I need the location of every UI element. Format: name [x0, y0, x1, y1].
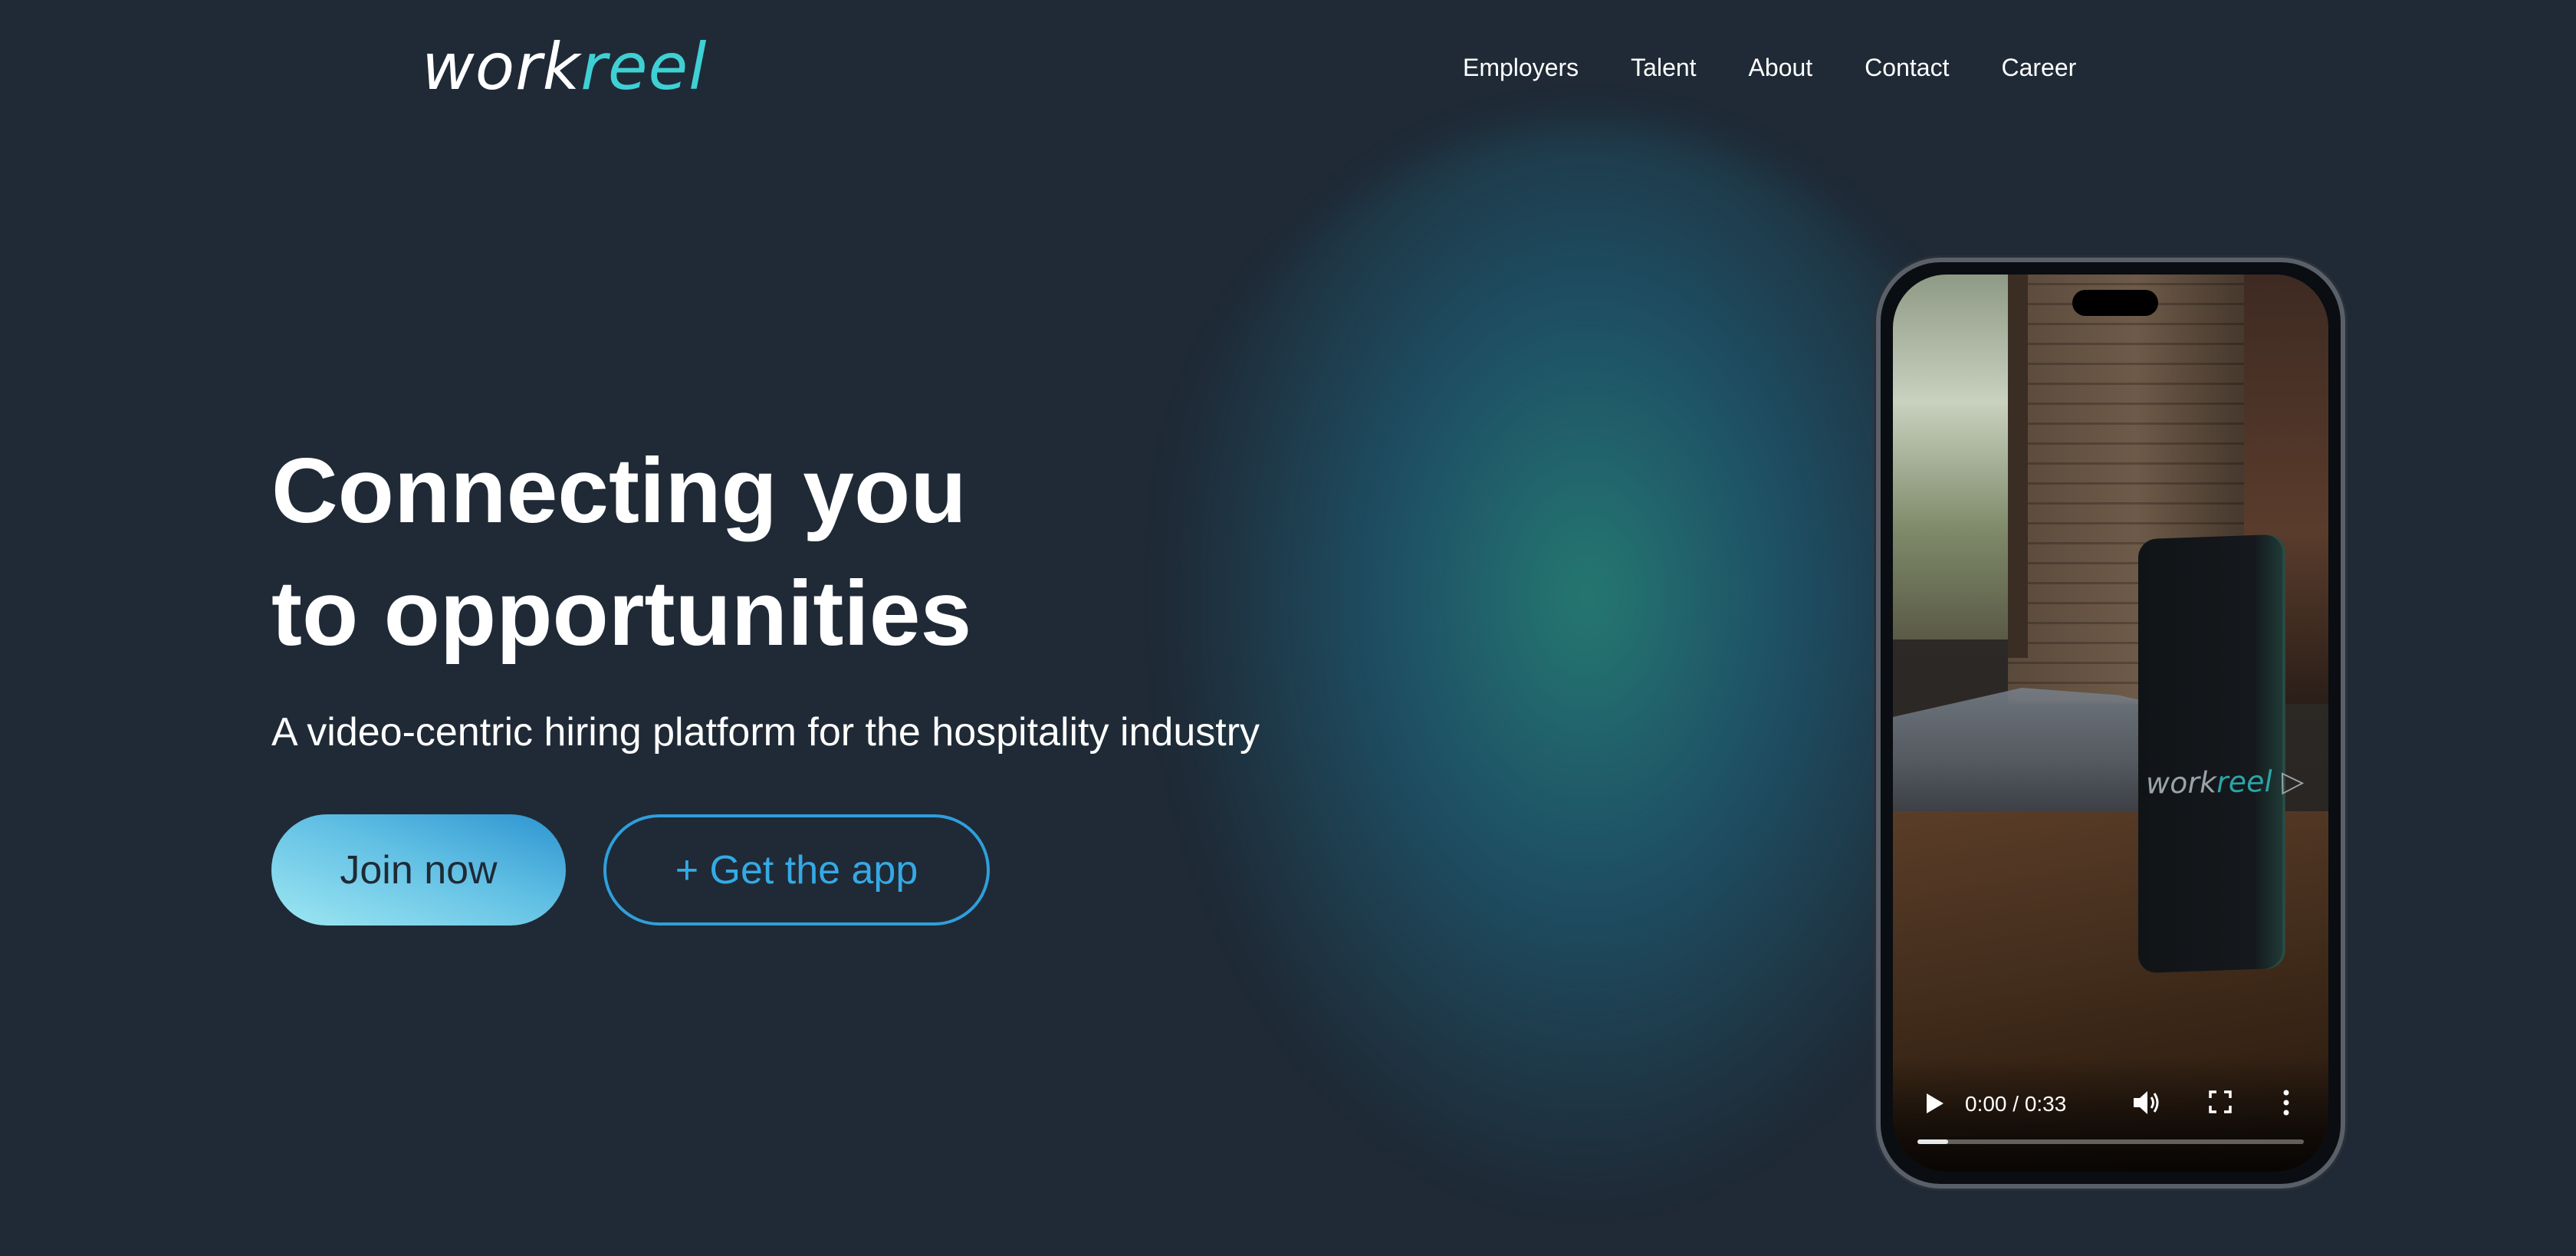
scene-logo-reel: reel: [2216, 764, 2273, 800]
nav-contact[interactable]: Contact: [1865, 49, 1949, 86]
nav-talent[interactable]: Talent: [1631, 49, 1696, 86]
phone-mockup: workreel ▷ 0:00 / 0:33: [1876, 258, 2345, 1189]
headline-line-2: to opportunities: [271, 562, 972, 665]
hero-subtitle: A video-centric hiring platform for the …: [271, 710, 1260, 755]
nav-career[interactable]: Career: [2001, 49, 2076, 86]
video-progress-fill: [1917, 1139, 1949, 1144]
dynamic-island: [2072, 290, 2158, 316]
main-nav: Employers Talent About Contact Career: [1463, 49, 2076, 86]
play-icon[interactable]: [1927, 1093, 1944, 1113]
volume-icon[interactable]: [2132, 1089, 2163, 1116]
video-controls: 0:00 / 0:33: [1893, 1057, 2328, 1172]
logo-text-reel: reel: [580, 29, 708, 104]
hero-headline: Connecting you to opportunities: [271, 429, 1191, 675]
logo-text-work: work: [422, 29, 581, 104]
headline-line-1: Connecting you: [271, 439, 967, 542]
scene-phone: [2138, 534, 2282, 974]
scene-phone-logo: workreel ▷: [2145, 764, 2305, 801]
more-options-icon[interactable]: [2282, 1089, 2290, 1116]
video-player[interactable]: workreel ▷ 0:00 / 0:33: [1893, 275, 2328, 1172]
video-frame: workreel ▷: [1893, 275, 2328, 1172]
scene-logo-work: work: [2145, 765, 2217, 801]
workreel-logo[interactable]: workreel: [422, 29, 708, 104]
video-progress-bar[interactable]: [1917, 1139, 2304, 1144]
nav-about[interactable]: About: [1749, 49, 1813, 86]
join-now-button[interactable]: Join now: [271, 814, 566, 926]
get-the-app-button[interactable]: + Get the app: [603, 814, 990, 926]
page: workreel Employers Talent About Contact …: [0, 0, 2576, 1256]
scene-window-frame: [2008, 275, 2028, 658]
fullscreen-icon[interactable]: [2209, 1090, 2232, 1113]
scene-window: [1893, 275, 2008, 640]
nav-employers[interactable]: Employers: [1463, 49, 1579, 86]
video-time-display: 0:00 / 0:33: [1965, 1092, 2067, 1116]
